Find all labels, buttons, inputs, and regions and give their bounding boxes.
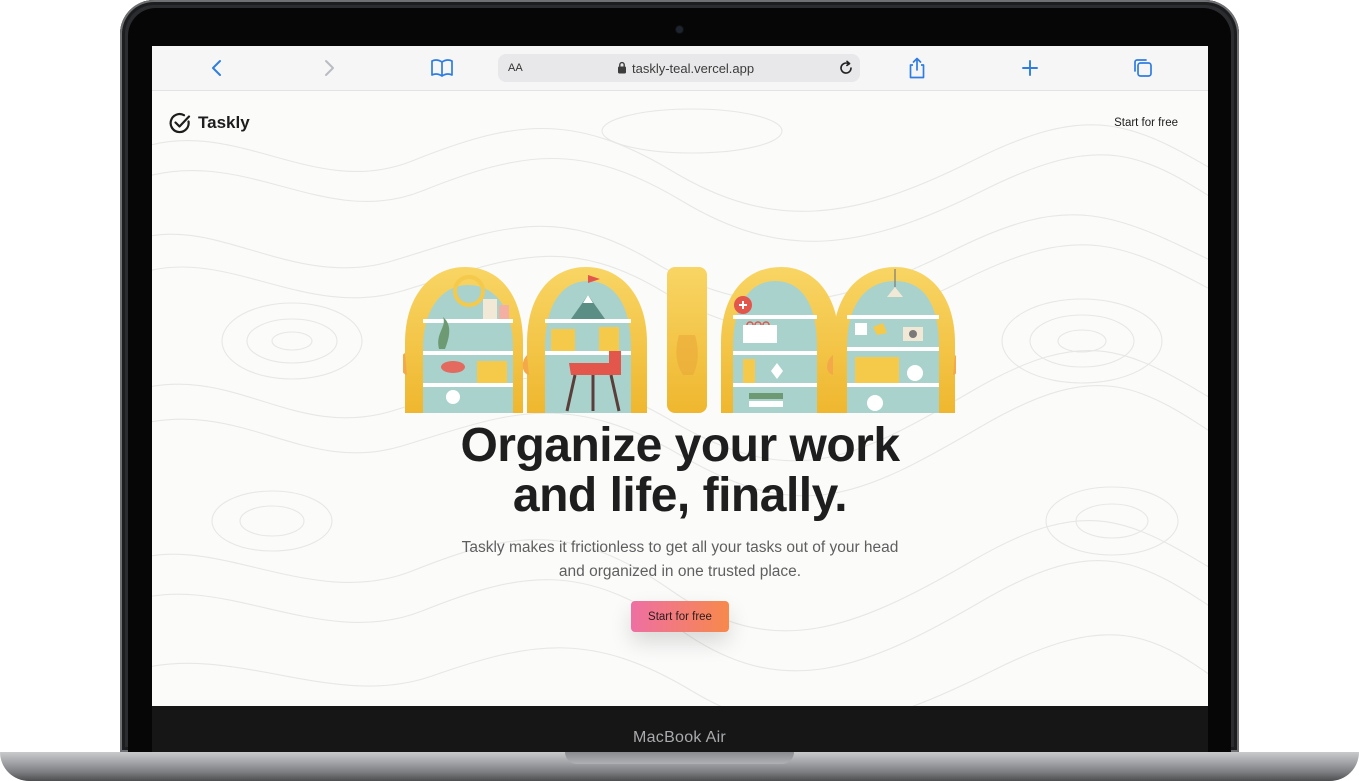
illustration-head-4 (827, 267, 956, 413)
illustration-head-1 (403, 267, 523, 413)
address-bar[interactable]: AA taskly-teal.vercel.app (498, 54, 860, 82)
web-page: Taskly Start for free Organize your work… (152, 91, 1208, 706)
hero-subtext: Taskly makes it frictionless to get all … (152, 536, 1208, 584)
hero-headline-line-1: Organize your work (460, 419, 900, 472)
illustration-head-2 (522, 267, 647, 413)
chevron-left-icon (212, 60, 221, 76)
hero-subtext-line-2: and organized in one trusted place. (558, 563, 802, 580)
bookmarks-button[interactable] (430, 56, 454, 80)
reload-icon[interactable] (837, 59, 855, 77)
check-circle-icon (169, 112, 191, 134)
screen: AA taskly-teal.vercel.app Taskly Start f… (152, 46, 1208, 706)
url-text: taskly-teal.vercel.app (632, 61, 755, 76)
hero-subtext-line-1: Taskly makes it frictionless to get all … (461, 539, 899, 556)
back-button[interactable] (205, 56, 229, 80)
nav-start-for-free-link[interactable]: Start for free (1114, 117, 1178, 129)
share-button[interactable] (905, 56, 929, 80)
tabs-icon (1134, 59, 1152, 77)
new-tab-button[interactable] (1018, 56, 1042, 80)
browser-toolbar: AA taskly-teal.vercel.app (152, 46, 1208, 91)
lock-icon (618, 61, 626, 74)
illustration-pillar (667, 267, 707, 413)
laptop-hinge-notch (565, 752, 794, 764)
illustration-head-3 (721, 267, 845, 413)
book-icon (431, 59, 453, 77)
hero-start-for-free-button[interactable]: Start for free (631, 601, 729, 632)
webcam (676, 26, 683, 33)
brand-name: Taskly (198, 113, 250, 132)
hero-headline-line-2: and life, finally. (512, 469, 848, 522)
hero-illustration (403, 267, 956, 413)
share-icon (909, 57, 925, 79)
laptop-model-label: MacBook Air (632, 729, 727, 746)
hero-headline: Organize your work and life, finally. (152, 421, 1208, 521)
chevron-right-icon (325, 60, 334, 76)
brand-logo[interactable]: Taskly (168, 111, 250, 135)
text-size-button[interactable]: AA (508, 62, 523, 74)
plus-icon (1022, 60, 1038, 76)
forward-button[interactable] (317, 56, 341, 80)
tabs-overview-button[interactable] (1131, 56, 1155, 80)
